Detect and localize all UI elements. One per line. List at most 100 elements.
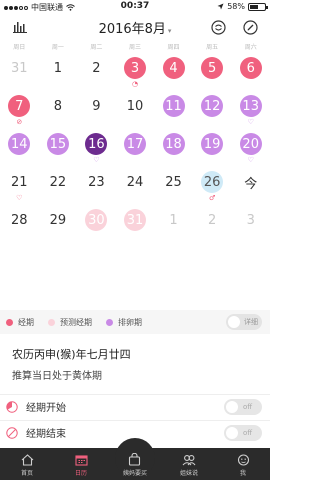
calendar-day[interactable]: 25	[154, 168, 193, 206]
location-arrow-icon	[217, 3, 224, 10]
calendar-day[interactable]: 31	[0, 54, 39, 92]
period-end-label: 经期结束	[26, 429, 66, 440]
tab-sisters[interactable]: 姐妹说	[162, 448, 216, 480]
calendar-day[interactable]: 14	[0, 130, 39, 168]
day-number: 19	[201, 133, 224, 155]
calendar-day[interactable]: 24	[116, 168, 155, 206]
calendar-day[interactable]: 7 ⊘	[0, 92, 39, 130]
calendar-day[interactable]: 10	[116, 92, 155, 130]
weekday-label: 周日	[13, 44, 26, 51]
calendar-day[interactable]: 3 ◔	[116, 54, 155, 92]
calendar-day[interactable]: 15	[39, 130, 78, 168]
predict-dot	[48, 318, 55, 326]
calendar-header: 2016年8月 ▾	[0, 14, 270, 40]
toggle-state: off	[243, 403, 253, 411]
calendar-day[interactable]: 21 ♡	[0, 168, 39, 206]
calendar-day[interactable]: 11	[154, 92, 193, 130]
day-number: 31	[11, 60, 28, 76]
calendar-day[interactable]: 2	[193, 206, 232, 244]
legend-ovulation: 排卵期	[106, 317, 142, 328]
calendar-day[interactable]: 23	[77, 168, 116, 206]
calendar-day[interactable]: 16 ♡	[77, 130, 116, 168]
legend-period: 经期	[6, 317, 34, 328]
toggle-state: off	[243, 429, 253, 437]
calendar-day[interactable]: 22	[39, 168, 78, 206]
tab-me[interactable]: 我	[216, 448, 270, 480]
day-marker-icon: ♡	[93, 156, 100, 164]
day-number: 20	[239, 133, 262, 155]
legend-predict-label: 预测经期	[60, 317, 92, 327]
period-start-icon	[6, 400, 18, 413]
edit-icon[interactable]	[240, 17, 260, 37]
day-number: 23	[88, 174, 105, 190]
weekday-row: 周日 周一 周二 周三 周四 周五 周六	[0, 42, 270, 54]
calendar-day[interactable]: 26 ♂	[193, 168, 232, 206]
period-end-toggle[interactable]: off	[224, 425, 262, 441]
day-number: 2	[92, 60, 101, 76]
day-number: 29	[49, 212, 67, 228]
day-number: 15	[46, 133, 69, 155]
day-number: 5	[201, 57, 224, 79]
month-title: 2016年8月	[98, 22, 166, 37]
calendar-day[interactable]: 28	[0, 206, 39, 244]
tab-shop[interactable]: 姨妈要买	[108, 438, 162, 480]
calendar-day[interactable]: 9	[77, 92, 116, 130]
tab-sisters-label: 姐妹说	[179, 470, 198, 477]
calendar-day[interactable]: 20 ♡	[231, 130, 270, 168]
calendar-day[interactable]: 3	[231, 206, 270, 244]
month-selector[interactable]: 2016年8月 ▾	[0, 18, 270, 37]
calendar-day[interactable]: 1	[39, 54, 78, 92]
day-number: 7	[8, 95, 31, 117]
calendar-day[interactable]: 18	[154, 130, 193, 168]
legend-bar: 经期 预测经期 排卵期 详细	[0, 310, 270, 334]
calendar-day[interactable]: 30	[77, 206, 116, 244]
calendar-day[interactable]: 8	[39, 92, 78, 130]
day-marker-icon: ⊘	[16, 118, 23, 126]
calendar-day[interactable]: 17	[116, 130, 155, 168]
day-number: 1	[53, 60, 62, 76]
day-number: 2	[207, 212, 217, 228]
day-number: 22	[49, 174, 67, 190]
day-number: 14	[8, 133, 31, 155]
day-number: 4	[162, 57, 185, 79]
period-end-icon	[6, 426, 18, 439]
calendar-day[interactable]: 12	[193, 92, 232, 130]
day-number: 12	[201, 95, 224, 117]
tab-home-label: 首页	[20, 470, 33, 477]
detail-toggle[interactable]: 详细	[226, 314, 262, 330]
calendar-day[interactable]: 4	[154, 54, 193, 92]
calendar-day[interactable]: 6	[231, 54, 270, 92]
day-number: 1	[169, 212, 178, 228]
period-start-row[interactable]: 经期开始 off	[0, 394, 270, 418]
weekday-label: 周二	[90, 44, 103, 51]
calendar-day[interactable]: 2	[77, 54, 116, 92]
tab-calendar[interactable]: 日历	[54, 448, 108, 480]
status-bar: 中国联通 00:37 58%	[0, 0, 270, 14]
day-marker-icon: ♂	[208, 194, 216, 202]
calendar-day[interactable]: 1	[154, 206, 193, 244]
calendar-day[interactable]: 19	[193, 130, 232, 168]
day-number: 24	[126, 174, 144, 190]
weekday-label: 周一	[51, 44, 64, 51]
profile-face-icon	[237, 454, 249, 466]
legend-period-label: 经期	[18, 317, 34, 327]
tab-home[interactable]: 首页	[0, 448, 54, 480]
day-number: 28	[11, 212, 28, 228]
calendar-day[interactable]: 13 ♡	[231, 92, 270, 130]
weekday-label: 周四	[167, 44, 180, 51]
calendar-day[interactable]: 31	[116, 206, 155, 244]
calendar-day[interactable]: 29	[39, 206, 78, 244]
sync-icon[interactable]	[208, 17, 228, 37]
day-number: 11	[162, 95, 185, 117]
calendar-day[interactable]: 5	[193, 54, 232, 92]
day-number: 30	[85, 209, 108, 231]
day-number: 13	[239, 95, 262, 117]
home-icon	[21, 454, 33, 466]
ovulation-dot	[106, 318, 113, 326]
calendar-day[interactable]: 今	[231, 168, 270, 206]
people-icon	[182, 455, 196, 466]
day-info: 农历丙申(猴)年七月廿四 推算当日处于黄体期	[0, 334, 270, 390]
period-start-toggle[interactable]: off	[224, 399, 262, 415]
calendar-grid: 31 1 2 3 ◔ 4 5 6 7 ⊘ 8 9 10 11 12 13 ♡ 14 15 16 ♡ 17 18 19 20 ♡ 21…	[0, 54, 270, 244]
day-number: 今	[244, 176, 258, 192]
